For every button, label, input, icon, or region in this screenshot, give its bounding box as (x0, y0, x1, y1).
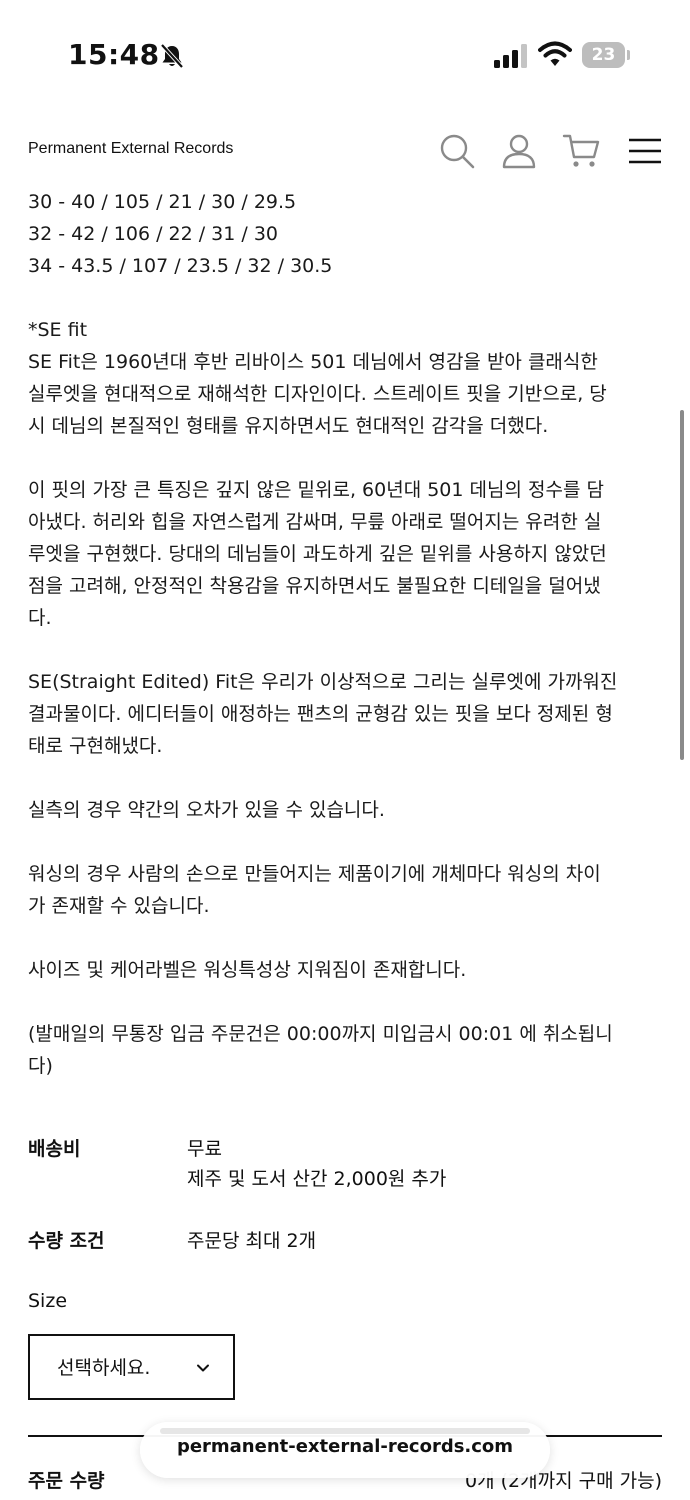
paragraph-line: 실루엣을 현대적으로 재해석한 디자인이다. 스트레이트 핏을 기반으로, 당 (28, 383, 607, 405)
address-bar-handle (160, 1428, 530, 1434)
paragraph-line: 아냈다. 허리와 힙을 자연스럽게 감싸며, 무릎 아래로 떨어지는 유려한 실 (28, 511, 602, 533)
quantity-condition-label: 수량 조건 (28, 1230, 105, 1252)
status-bar: 15:48 23 (0, 0, 690, 110)
product-page: 15:48 23 Permanent External Records 30 -… (0, 0, 690, 1500)
paragraph-line: SE(Straight Edited) Fit은 우리가 이상적으로 그리는 실… (28, 671, 618, 693)
bell-slash-icon (160, 43, 184, 69)
size-select[interactable]: 선택하세요. (28, 1334, 235, 1400)
size-row: 30 - 40 / 105 / 21 / 30 / 29.5 (28, 191, 297, 213)
search-icon[interactable] (438, 132, 476, 170)
shipping-fee: 무료 (187, 1138, 222, 1160)
site-header: Permanent External Records (0, 110, 690, 190)
paragraph-line: 시 데님의 본질적인 형태를 유지하면서도 현대적인 감각을 더했다. (28, 415, 549, 437)
brand-logo-text[interactable]: Permanent External Records (28, 140, 233, 158)
order-note: 다) (28, 1055, 53, 1077)
browser-address-bar[interactable]: permanent-external-records.com (140, 1422, 550, 1478)
chevron-down-icon (197, 1364, 209, 1372)
status-time: 15:48 (68, 38, 160, 71)
shipping-info: 배송비 무료 제주 및 도서 산간 2,000원 추가 (28, 1134, 668, 1198)
size-option-label: Size (28, 1290, 68, 1312)
paragraph-line: 이 핏의 가장 큰 특징은 깊지 않은 밑위로, 60년대 501 데님의 정수… (28, 479, 604, 501)
order-quantity-label: 주문 수량 (28, 1470, 105, 1492)
size-row: 32 - 42 / 106 / 22 / 31 / 30 (28, 223, 279, 245)
fit-title: *SE fit (28, 319, 88, 341)
shipping-label: 배송비 (28, 1138, 81, 1160)
washing-note: 가 존재할 수 있습니다. (28, 895, 210, 917)
product-description: 30 - 40 / 105 / 21 / 30 / 29.5 32 - 42 /… (28, 186, 668, 1082)
menu-icon[interactable] (626, 132, 664, 170)
size-row: 34 - 43.5 / 107 / 23.5 / 32 / 30.5 (28, 255, 333, 277)
url-text: permanent-external-records.com (176, 1436, 514, 1457)
battery-indicator: 23 (582, 42, 630, 68)
paragraph-line: SE Fit은 1960년대 후반 리바이스 501 데님에서 영감을 받아 클… (28, 351, 598, 373)
paragraph-line: 루엣을 구현했다. 당대의 데님들이 과도하게 깊은 밑위를 사용하지 않았던 (28, 543, 607, 565)
battery-level: 23 (591, 45, 616, 65)
paragraph-line: 다. (28, 607, 52, 629)
quantity-condition: 수량 조건 주문당 최대 2개 (28, 1226, 668, 1258)
size-select-value: 선택하세요. (57, 1357, 151, 1379)
scrollbar[interactable] (680, 410, 684, 760)
paragraph-line: 점을 고려해, 안정적인 착용감을 유지하면서도 불필요한 디테일을 덜어냈 (28, 575, 601, 597)
paragraph-line: 결과물이다. 에디터들이 애정하는 팬츠의 균형감 있는 핏을 보다 정제된 형 (28, 703, 613, 725)
order-note: (발매일의 무통장 입금 주문건은 00:00까지 미입금시 00:01 에 취… (28, 1023, 613, 1045)
label-note: 사이즈 및 케어라벨은 워싱특성상 지워짐이 존재합니다. (28, 959, 467, 981)
shipping-value: 무료 제주 및 도서 산간 2,000원 추가 (187, 1134, 446, 1194)
wifi-icon (538, 41, 572, 66)
washing-note: 워싱의 경우 사람의 손으로 만들어지는 제품이기에 개체마다 워싱의 차이 (28, 863, 601, 885)
account-icon[interactable] (500, 132, 538, 170)
paragraph-line: 태로 구현해냈다. (28, 735, 163, 757)
cart-icon[interactable] (562, 132, 600, 170)
measurement-note: 실측의 경우 약간의 오차가 있을 수 있습니다. (28, 799, 385, 821)
quantity-condition-value: 주문당 최대 2개 (187, 1230, 317, 1252)
shipping-extra: 제주 및 도서 산간 2,000원 추가 (187, 1168, 447, 1190)
cellular-signal-icon (494, 44, 527, 68)
